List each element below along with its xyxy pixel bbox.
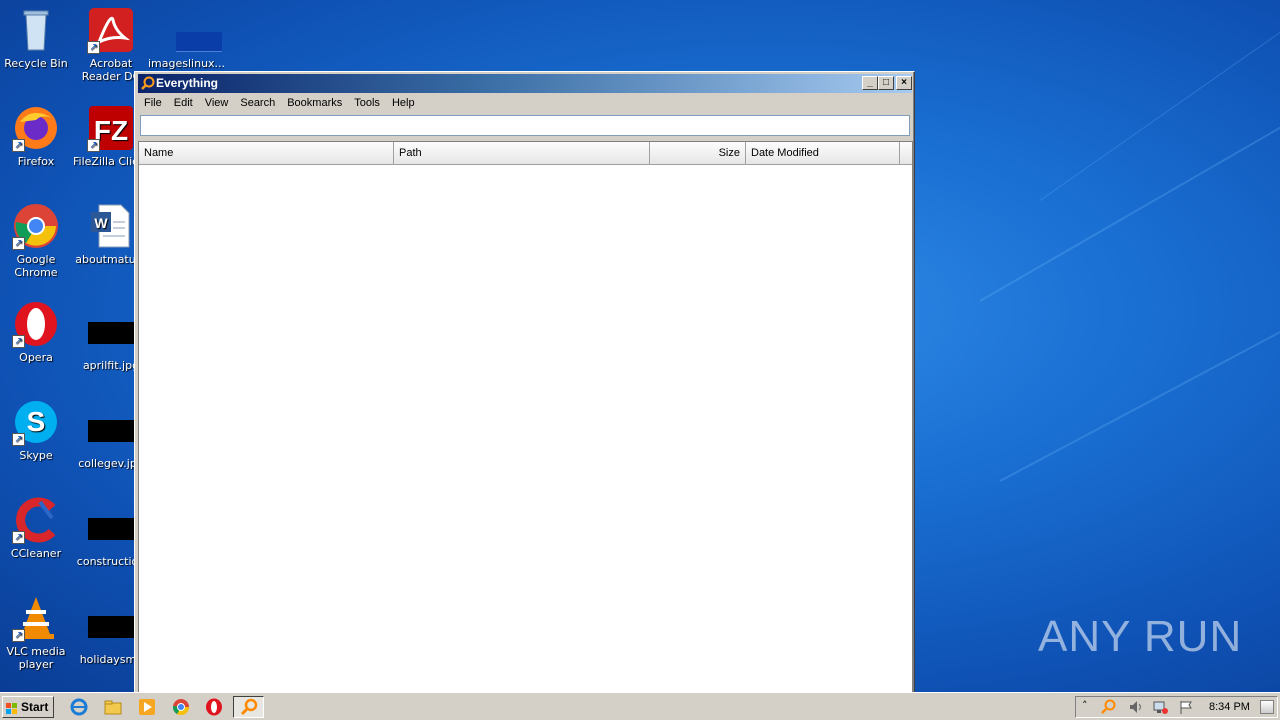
shortcut-arrow-icon: ↗ [12,433,25,446]
minimize-icon: _ [867,77,873,88]
image-thumbnail [88,616,134,638]
wallpaper-streak [999,315,1280,482]
image-file-icon [162,6,222,54]
internet-explorer-icon[interactable] [70,698,88,716]
column-header-name[interactable]: Name [139,142,394,164]
list-header: Name Path Size Date Modified [139,142,912,165]
wallpaper-streak [1039,28,1280,201]
column-header-path[interactable]: Path [394,142,650,164]
chrome-icon: ↗ [12,202,60,250]
word-document-icon: W [87,202,135,250]
shortcut-arrow-icon: ↗ [12,531,25,544]
menu-bookmarks[interactable]: Bookmarks [281,94,348,112]
svg-text:W: W [94,215,108,231]
shortcut-arrow-icon: ↗ [12,237,25,250]
desktop-icon-google-chrome[interactable]: ↗ Google Chrome [0,202,74,279]
column-header-size[interactable]: Size [650,142,746,164]
close-button[interactable]: × [896,76,912,90]
maximize-icon: □ [882,77,890,88]
shortcut-arrow-icon: ↗ [12,335,25,348]
chrome-taskbar-icon[interactable] [172,698,190,716]
window-title: Everything [156,76,219,90]
acrobat-icon: ↗ [87,6,135,54]
show-desktop-button[interactable] [1260,700,1274,714]
network-icon[interactable] [1152,699,1168,718]
magnifier-icon [141,76,155,90]
menu-search[interactable]: Search [234,94,281,112]
search-input[interactable] [140,115,910,136]
image-thumbnail [88,420,134,442]
close-icon: × [901,77,907,88]
clock[interactable]: 8:34 PM [1209,697,1250,717]
column-header-filler [900,142,912,164]
shortcut-arrow-icon: ↗ [87,139,100,152]
skype-icon: S ↗ [12,398,60,446]
desktop-icon-ccleaner[interactable]: ↗ CCleaner [0,496,74,560]
minimize-button[interactable]: _ [862,76,878,90]
taskbar: Start ˄ 8:34 PM [0,692,1280,720]
media-player-icon[interactable] [138,698,156,716]
menu-tools[interactable]: Tools [348,94,386,112]
svg-text:S: S [27,406,46,437]
wallpaper-streak [979,100,1280,302]
taskbar-everything-button[interactable] [233,696,264,718]
filezilla-icon: FZ ↗ [87,104,135,152]
desktop-icon-imageslinux[interactable]: imageslinux.... [148,6,224,70]
desktop-icon-recycle-bin[interactable]: Recycle Bin [0,6,74,70]
shortcut-arrow-icon: ↗ [12,139,25,152]
action-center-flag-icon[interactable] [1178,699,1194,718]
image-thumbnail [88,322,134,344]
volume-icon[interactable] [1128,699,1144,718]
desktop-icon-opera[interactable]: ↗ Opera [0,300,74,364]
system-tray: ˄ 8:34 PM [1075,696,1278,718]
desktop-icon-firefox[interactable]: ↗ Firefox [0,104,74,168]
opera-taskbar-icon[interactable] [205,698,223,716]
vlc-cone-icon: ↗ [12,594,60,642]
results-list[interactable]: Name Path Size Date Modified [138,141,913,693]
menu-help[interactable]: Help [386,94,421,112]
anyrun-watermark: ANY RUN [1038,612,1243,661]
shortcut-arrow-icon: ↗ [12,629,25,642]
ccleaner-icon: ↗ [12,496,60,544]
image-thumbnail [88,518,134,540]
menu-edit[interactable]: Edit [168,94,199,112]
everything-magnifier-icon [240,698,258,716]
firefox-icon: ↗ [12,104,60,152]
desktop-icon-vlc[interactable]: ↗ VLC media player [0,594,74,671]
shortcut-arrow-icon: ↗ [87,41,100,54]
recycle-bin-icon [12,6,60,54]
window-titlebar[interactable]: Everything _ □ × [138,74,912,93]
menu-file[interactable]: File [138,94,168,112]
opera-icon: ↗ [12,300,60,348]
maximize-button[interactable]: □ [878,76,894,90]
menu-bar: File Edit View Search Bookmarks Tools He… [138,94,421,112]
file-explorer-icon[interactable] [104,698,122,716]
show-hidden-icons-icon[interactable]: ˄ [1082,699,1088,712]
column-header-date-modified[interactable]: Date Modified [746,142,900,164]
desktop-icon-skype[interactable]: S ↗ Skype [0,398,74,462]
everything-window[interactable]: Everything _ □ × File Edit View Search B… [134,71,915,693]
menu-view[interactable]: View [199,94,235,112]
start-button[interactable]: Start [2,696,54,718]
everything-tray-icon[interactable] [1100,699,1116,718]
windows-logo-icon [6,701,18,714]
